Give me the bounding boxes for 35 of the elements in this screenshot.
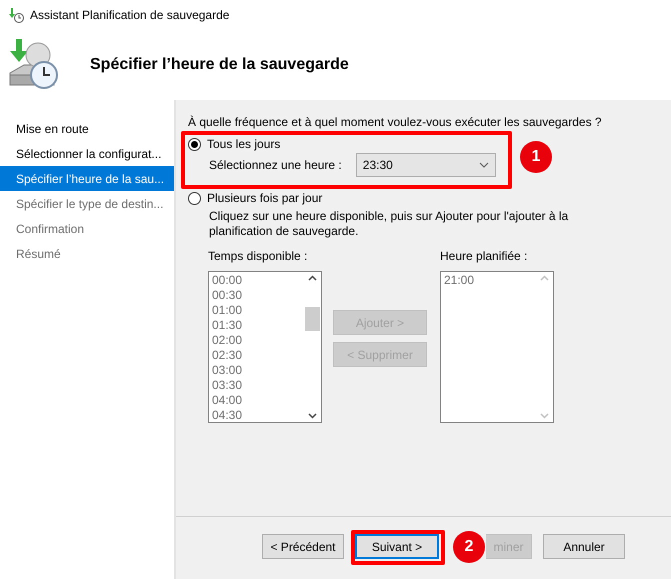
wizard-button[interactable]: < Précédent	[262, 534, 344, 559]
sidebar-item[interactable]: Spécifier l’heure de la sau...	[0, 166, 174, 191]
available-times-list[interactable]: 00:00 00:30 01:00 01:30 02:00 02:30 03:00 03:30 04:00 04:30	[208, 271, 322, 423]
list-item[interactable]: 00:30	[212, 288, 301, 303]
list-item[interactable]: 03:00	[212, 363, 301, 378]
scroll-up-icon[interactable]	[308, 275, 317, 281]
radio-option[interactable]: Plusieurs fois par jour	[188, 189, 671, 207]
list-item[interactable]: 03:30	[212, 378, 301, 393]
wizard-button[interactable]: Suivant >	[355, 534, 439, 559]
scroll-up-icon	[540, 275, 549, 281]
list-item[interactable]: 00:00	[212, 273, 301, 288]
list-item[interactable]: 01:30	[212, 318, 301, 333]
list-item[interactable]: 04:00	[212, 393, 301, 408]
wizard-button[interactable]: Annuler	[543, 534, 625, 559]
list-label: Heure planifiée :	[440, 248, 528, 265]
scroll-down-icon[interactable]	[308, 413, 317, 419]
window-title: Assistant Planification de sauvegarde	[30, 7, 230, 24]
sidebar-item[interactable]: Sélectionner la configurat...	[0, 141, 174, 166]
list-item[interactable]: 02:30	[212, 348, 301, 363]
sidebar-item[interactable]: Mise en route	[0, 116, 174, 141]
list-item[interactable]: 01:00	[212, 303, 301, 318]
list-label: Temps disponible :	[208, 248, 308, 265]
list-item[interactable]: 21:00	[444, 273, 533, 288]
scroll-thumb[interactable]	[305, 307, 320, 331]
scroll-down-icon	[540, 413, 549, 419]
field-label: Sélectionnez une heure :	[209, 157, 342, 174]
description-text: Cliquez sur une heure disponible, puis sur Ajouter pour l'ajouter à la planification de sauvegarde.	[208, 209, 570, 239]
scheduled-times-list[interactable]: 21:00	[440, 271, 554, 423]
backup-clock-icon	[8, 7, 24, 23]
question-text: À quelle fréquence et à quel moment voulez-vous exécuter les sauvegardes ?	[188, 114, 603, 131]
list-item[interactable]: 02:00	[212, 333, 301, 348]
dropdown-caret-icon	[478, 162, 489, 168]
time-dropdown[interactable]: 23:30	[356, 153, 496, 177]
list-item[interactable]: 04:30	[212, 408, 301, 423]
page-heading: Spécifier l’heure de la sauvegarde	[90, 55, 349, 75]
